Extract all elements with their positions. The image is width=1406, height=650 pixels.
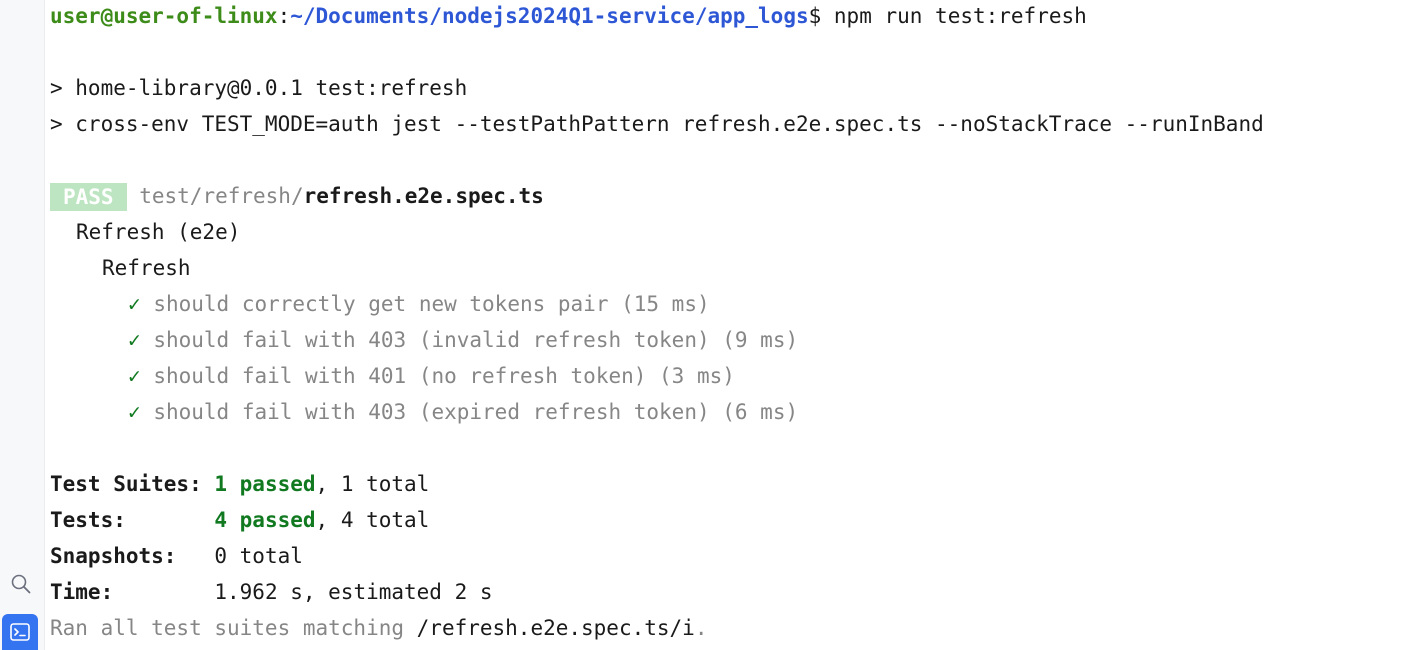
summary-ran-pattern: /refresh.e2e.spec.ts/i	[416, 616, 695, 640]
terminal-icon	[10, 623, 30, 641]
pass-badge: PASS	[50, 183, 127, 211]
test-name: should fail with 403 (expired refresh to…	[153, 400, 799, 424]
suite-name: Refresh (e2e)	[76, 220, 241, 244]
test-result-row: ✓ should fail with 401 (no refresh token…	[128, 358, 735, 394]
terminal-tool-button[interactable]	[2, 614, 38, 650]
summary-tests-total: , 4 total	[315, 508, 430, 532]
prompt-separator: :	[277, 4, 291, 28]
summary-suites: Test Suites: 1 passed, 1 total	[50, 466, 429, 502]
summary-snapshots-label: Snapshots:	[50, 544, 215, 568]
result-line: PASS test/refresh/refresh.e2e.spec.ts	[50, 178, 544, 214]
script-line: > cross-env TEST_MODE=auth jest --testPa…	[50, 112, 1264, 136]
prompt-command: npm run test:refresh	[833, 4, 1087, 28]
test-result-row: ✓ should fail with 403 (expired refresh …	[128, 394, 798, 430]
test-result-row: ✓ should correctly get new tokens pair (…	[128, 286, 710, 322]
prompt-dollar: $	[808, 4, 834, 28]
terminal-output[interactable]: user@user-of-linux:~/Documents/nodejs202…	[50, 0, 1400, 650]
summary-suites-total: , 1 total	[315, 472, 430, 496]
result-file-name: refresh.e2e.spec.ts	[303, 184, 544, 208]
test-name: should fail with 401 (no refresh token) …	[153, 364, 735, 388]
test-name: should fail with 403 (invalid refresh to…	[153, 328, 799, 352]
summary-time-value: 1.962 s, estimated 2 s	[214, 580, 493, 604]
result-file-dir: test/refresh/	[139, 184, 304, 208]
summary-suites-passed: 1 passed	[214, 472, 316, 496]
script-line: > home-library@0.0.1 test:refresh	[50, 76, 468, 100]
prompt-path: ~/Documents/nodejs2024Q1-service/app_log…	[290, 4, 809, 28]
search-icon	[11, 574, 31, 594]
summary-tests-passed: 4 passed	[214, 508, 316, 532]
summary-tests-label: Tests:	[50, 508, 215, 532]
test-result-row: ✓ should fail with 403 (invalid refresh …	[128, 322, 798, 358]
prompt-user: user@user-of-linux	[50, 4, 278, 28]
summary-ran: Ran all test suites matching /refresh.e2…	[50, 610, 707, 646]
tool-window-gutter	[0, 0, 45, 650]
suite-group: Refresh	[102, 256, 191, 280]
check-icon: ✓	[128, 400, 141, 424]
summary-snapshots: Snapshots: 0 total	[50, 538, 303, 574]
check-icon: ✓	[128, 364, 141, 388]
test-name: should correctly get new tokens pair (15…	[153, 292, 710, 316]
check-icon: ✓	[128, 292, 141, 316]
summary-ran-suffix: .	[694, 616, 708, 640]
summary-tests: Tests: 4 passed, 4 total	[50, 502, 429, 538]
check-icon: ✓	[128, 328, 141, 352]
search-button[interactable]	[5, 568, 37, 600]
summary-time-label: Time:	[50, 580, 215, 604]
summary-ran-prefix: Ran all test suites matching	[50, 616, 417, 640]
prompt-line: user@user-of-linux:~/Documents/nodejs202…	[50, 0, 1087, 34]
summary-time: Time: 1.962 s, estimated 2 s	[50, 574, 493, 610]
summary-suites-label: Test Suites:	[50, 472, 215, 496]
summary-snapshots-value: 0 total	[214, 544, 303, 568]
